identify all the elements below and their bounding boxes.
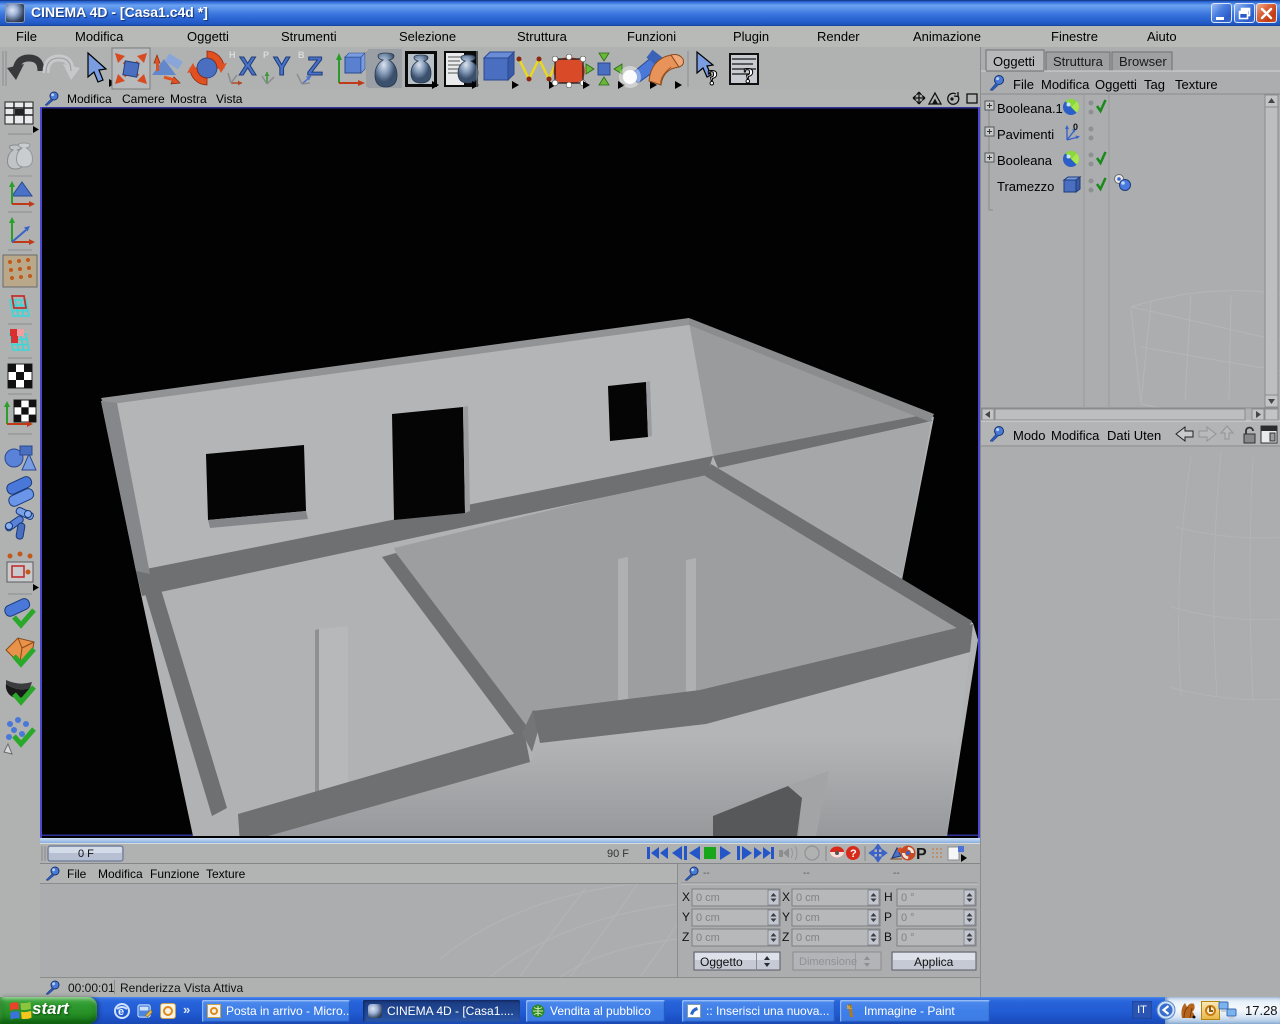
- svg-text:P: P: [263, 50, 269, 60]
- svg-text:X: X: [682, 890, 690, 904]
- svg-text:--: --: [893, 868, 900, 879]
- svg-text:0 cm: 0 cm: [696, 932, 720, 944]
- svg-text:Modifica: Modifica: [1041, 77, 1090, 92]
- svg-text:0 F: 0 F: [78, 848, 94, 860]
- svg-text:?: ?: [850, 848, 857, 860]
- svg-text:Browser: Browser: [1119, 54, 1167, 69]
- svg-text:P: P: [884, 910, 892, 924]
- svg-text:?: ?: [707, 65, 718, 90]
- svg-text:Y: Y: [273, 51, 290, 81]
- svg-text:P: P: [916, 846, 927, 863]
- svg-text:X: X: [782, 890, 790, 904]
- svg-text:B: B: [884, 930, 892, 944]
- svg-text:Oggetti: Oggetti: [993, 54, 1035, 69]
- svg-text:0 cm: 0 cm: [696, 912, 720, 924]
- svg-text:Dati Uten: Dati Uten: [1107, 428, 1161, 443]
- svg-text:X: X: [239, 51, 257, 81]
- svg-text:90 F: 90 F: [607, 848, 629, 860]
- svg-text:H: H: [884, 890, 893, 904]
- svg-text:Y: Y: [682, 910, 690, 924]
- svg-text:Texture: Texture: [1175, 77, 1218, 92]
- svg-text:Applica: Applica: [914, 955, 954, 969]
- svg-text:File: File: [1013, 77, 1034, 92]
- svg-text:Z: Z: [682, 930, 689, 944]
- svg-text:Y: Y: [782, 910, 790, 924]
- svg-text:B: B: [298, 50, 305, 60]
- svg-text:0 cm: 0 cm: [796, 912, 820, 924]
- svg-text:Booleana.1: Booleana.1: [997, 101, 1063, 116]
- svg-text:Booleana: Booleana: [997, 153, 1053, 168]
- svg-text:Struttura: Struttura: [1053, 54, 1104, 69]
- svg-text:Pavimenti: Pavimenti: [997, 127, 1054, 142]
- svg-text:0 cm: 0 cm: [796, 932, 820, 944]
- svg-text:0 °: 0 °: [901, 932, 915, 944]
- svg-text:?: ?: [743, 63, 754, 88]
- svg-text:--: --: [703, 868, 710, 879]
- svg-text:Oggetti: Oggetti: [1095, 77, 1137, 92]
- svg-text:Tag: Tag: [1144, 77, 1165, 92]
- svg-text:e: e: [118, 1006, 124, 1018]
- svg-text:0 cm: 0 cm: [696, 892, 720, 904]
- svg-text:0 °: 0 °: [901, 912, 915, 924]
- svg-text:0: 0: [1073, 122, 1078, 132]
- svg-text:H: H: [229, 50, 236, 60]
- svg-text:Oggetto: Oggetto: [700, 955, 743, 969]
- svg-text:--: --: [803, 868, 810, 879]
- svg-text:0 °: 0 °: [901, 892, 915, 904]
- svg-text:Modifica: Modifica: [1051, 428, 1100, 443]
- svg-text:0 cm: 0 cm: [796, 892, 820, 904]
- svg-text:Dimensione: Dimensione: [799, 956, 857, 968]
- svg-text:Z: Z: [782, 930, 789, 944]
- svg-text:Tramezzo: Tramezzo: [997, 179, 1054, 194]
- svg-text:Modo: Modo: [1013, 428, 1046, 443]
